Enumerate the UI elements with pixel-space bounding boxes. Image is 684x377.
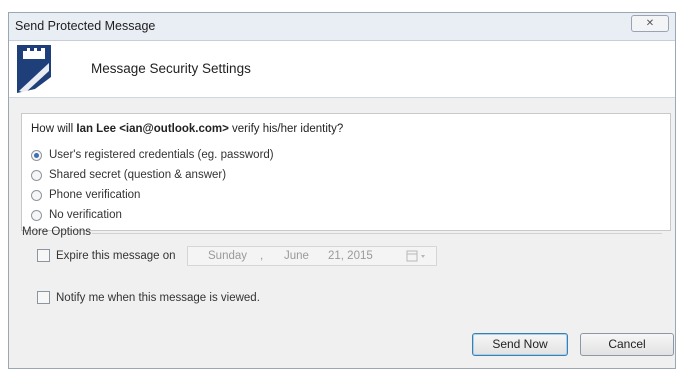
date-day-year: 21, 2015 [328,250,373,262]
option-label: Shared secret (question & answer) [49,169,227,181]
option-label: No verification [49,209,122,221]
date-month: June [284,250,309,262]
radio-button[interactable] [31,169,42,181]
expire-option[interactable]: Expire this message on [37,249,176,262]
date-weekday: Sunday [208,250,248,262]
option-no-verification[interactable]: No verification [31,209,122,221]
expire-label: Expire this message on [56,249,176,262]
cancel-label: Cancel [608,337,646,351]
send-now-button[interactable]: Send Now [472,333,568,356]
radio-button[interactable] [31,189,42,201]
cancel-button[interactable]: Cancel [580,333,674,356]
option-label: Phone verification [49,189,141,201]
question-suffix: verify his/her identity? [228,123,344,135]
option-label: User's registered credentials (eg. passw… [49,149,274,161]
calendar-dropdown-icon[interactable] [405,249,433,263]
expire-checkbox[interactable] [37,249,50,262]
radio-button[interactable] [31,209,42,221]
window-title: Send Protected Message [15,19,156,33]
expire-date-picker[interactable]: Sunday , June 21, 2015 [187,246,437,266]
send-now-label: Send Now [492,337,548,351]
more-options-label: More Options [22,226,92,238]
notify-checkbox[interactable] [37,291,50,304]
option-phone-verification[interactable]: Phone verification [31,189,140,201]
question-prefix: How will [31,123,77,135]
verification-question: How will Ian Lee <ian@outlook.com> verif… [31,123,343,135]
verification-panel: How will Ian Lee <ian@outlook.com> verif… [21,113,671,231]
close-button[interactable]: ✕ [631,15,669,32]
date-separator: , [260,250,264,262]
section-divider [92,233,662,234]
notify-option[interactable]: Notify me when this message is viewed. [37,291,260,304]
option-shared-secret[interactable]: Shared secret (question & answer) [31,169,226,181]
header-title: Message Security Settings [91,61,251,76]
send-protected-message-dialog: Send Protected Message ✕ Message Securit… [8,12,676,369]
radio-button[interactable] [31,149,42,161]
recipient-name: Ian Lee [76,123,117,135]
notify-label: Notify me when this message is viewed. [56,291,260,304]
close-icon: ✕ [645,18,655,29]
option-registered-credentials[interactable]: User's registered credentials (eg. passw… [31,149,274,161]
title-bar: Send Protected Message ✕ [9,13,675,41]
recipient-email: <ian@outlook.com> [119,123,229,135]
castle-shield-icon [17,45,51,93]
dialog-header: Message Security Settings [9,41,675,98]
